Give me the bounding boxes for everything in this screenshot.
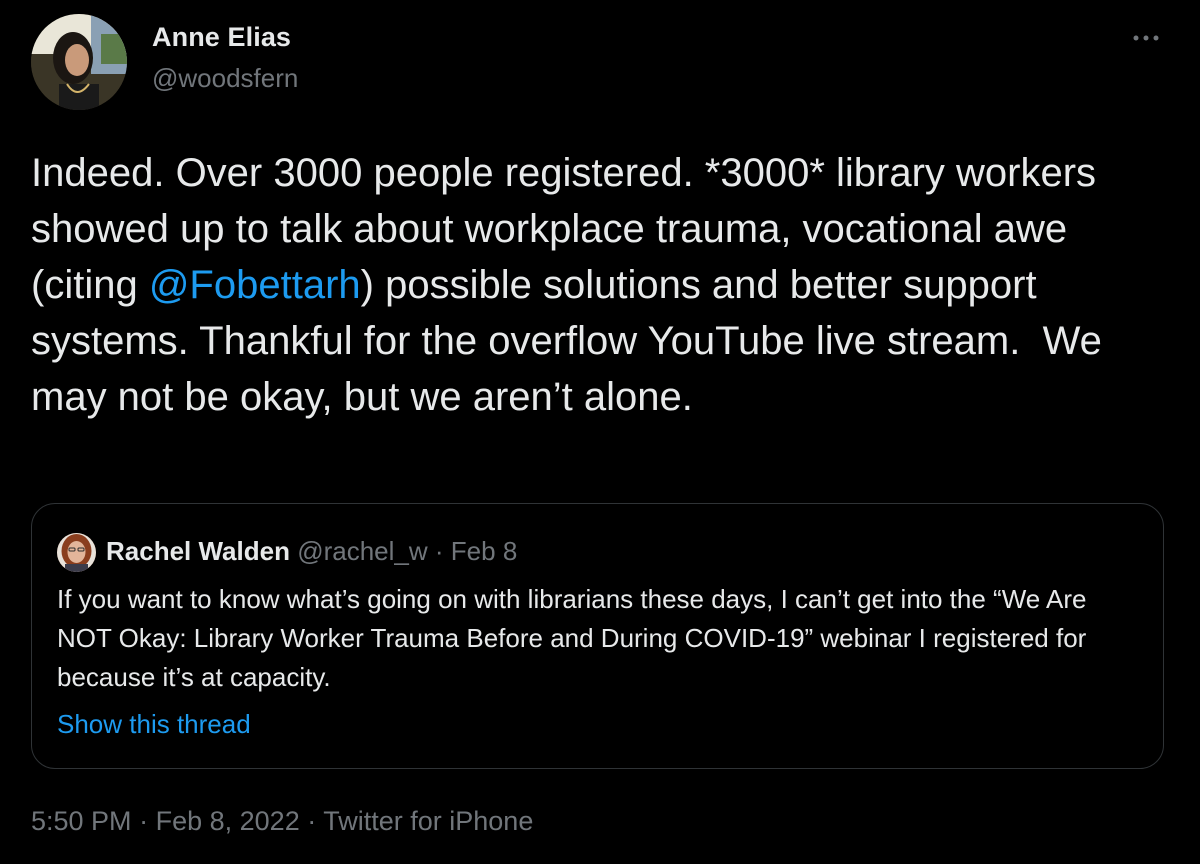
author-handle[interactable]: @woodsfern xyxy=(152,63,298,94)
quoted-author-avatar[interactable] xyxy=(57,533,96,572)
tweet-metadata: 5:50 PM · Feb 8, 2022 · Twitter for iPho… xyxy=(31,806,533,837)
more-horizontal-icon xyxy=(1130,29,1162,47)
separator-dot: · xyxy=(434,536,444,566)
quoted-author-name[interactable]: Rachel Walden xyxy=(106,536,290,566)
separator-dot: · xyxy=(139,806,149,836)
tweet-text: Indeed. Over 3000 people registered. *30… xyxy=(31,145,1166,425)
quoted-tweet-header: Rachel Walden @rachel_w · Feb 8 xyxy=(106,536,517,567)
tweet-time[interactable]: 5:50 PM xyxy=(31,806,132,836)
quoted-author-handle[interactable]: @rachel_w xyxy=(297,536,427,566)
tweet-source[interactable]: Twitter for iPhone xyxy=(323,806,533,836)
show-thread-link[interactable]: Show this thread xyxy=(57,709,251,740)
quoted-tweet-text: If you want to know what’s going on with… xyxy=(57,584,1087,692)
quoted-tweet-date[interactable]: Feb 8 xyxy=(451,536,518,566)
author-name[interactable]: Anne Elias xyxy=(152,22,291,53)
author-avatar[interactable] xyxy=(31,14,127,110)
mention-link[interactable]: @Fobettarh xyxy=(149,263,361,307)
separator-dot: · xyxy=(307,806,317,836)
quoted-tweet-card[interactable]: Rachel Walden @rachel_w · Feb 8 If you w… xyxy=(31,503,1164,769)
tweet-date[interactable]: Feb 8, 2022 xyxy=(156,806,300,836)
more-options-button[interactable] xyxy=(1126,26,1166,50)
